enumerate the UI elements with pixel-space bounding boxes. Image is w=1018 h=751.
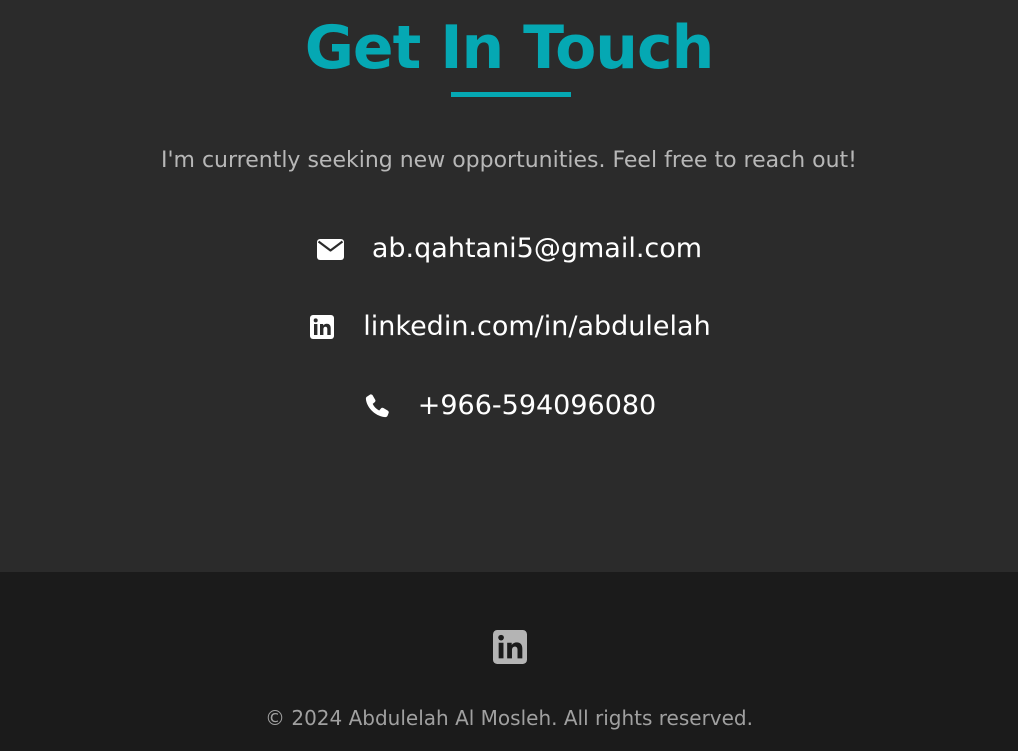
email-text: ab.qahtani5@gmail.com [371, 233, 703, 264]
phone-link[interactable]: +966-594096080 [0, 387, 1018, 425]
copyright-text: © 2024 Abdulelah Al Mosleh. All rights r… [265, 706, 753, 730]
email-link[interactable]: ab.qahtani5@gmail.com [0, 230, 1018, 268]
phone-icon [362, 391, 392, 421]
title-underline [451, 92, 571, 97]
contact-section: Get In Touch I'm currently seeking new o… [0, 0, 1018, 572]
linkedin-text: linkedin.com/in/abdulelah [363, 311, 711, 342]
linkedin-icon [307, 312, 337, 342]
linkedin-link[interactable]: linkedin.com/in/abdulelah [0, 308, 1018, 346]
linkedin-icon [493, 630, 527, 668]
footer-linkedin-link[interactable] [493, 630, 527, 664]
section-title: Get In Touch [304, 13, 715, 83]
envelope-icon [316, 234, 346, 264]
phone-text: +966-594096080 [417, 390, 657, 421]
section-subtitle: I'm currently seeking new opportunities.… [161, 148, 857, 173]
